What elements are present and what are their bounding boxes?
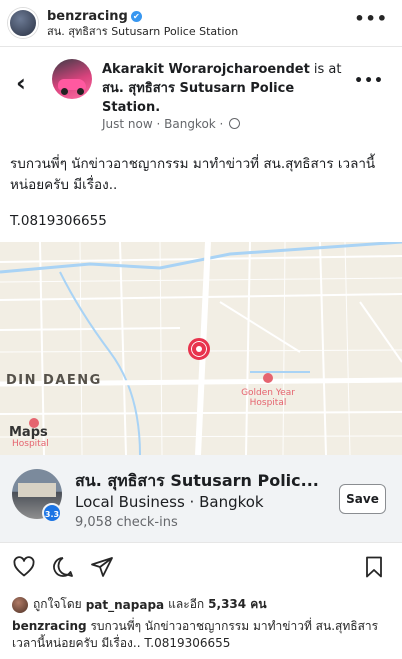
heart-icon[interactable]	[12, 555, 36, 579]
map-poi-label: Golden Year Hospital	[241, 388, 295, 408]
post-header: benzracing ✔ สน. สุทธิสาร Sutusarn Police…	[0, 0, 402, 46]
car-wheel	[61, 88, 68, 95]
share-icon[interactable]	[90, 555, 114, 579]
post-caption: benzracing รบกวนพี่ๆ นักข่าวอาชญากรรม มา…	[12, 618, 396, 652]
save-button: Save	[339, 484, 386, 514]
map-view: DIN DAENG Golden Year Hospital Maps Hosp…	[0, 242, 402, 455]
fb-checkin-headline: Akarakit Worarojcharoendet is at สน. สุท…	[102, 60, 352, 117]
fb-author-name: Akarakit Worarojcharoendet	[102, 62, 310, 77]
place-checkins: 9,058 check-ins	[75, 515, 178, 530]
liker-username[interactable]: pat_napapa	[86, 598, 164, 612]
building-graphic	[18, 483, 56, 497]
liker-avatar	[12, 596, 28, 613]
place-card: 3.3 สน. สุทธิสาร Sutusarn Polic... Local…	[0, 455, 402, 542]
likes-and: และอีก	[168, 597, 205, 611]
fb-post-text: รบกวนพี่ๆ นักข่าวอาชญากรรม มาทำข่าวที่ ส…	[10, 156, 376, 193]
place-category: Local Business · Bangkok	[75, 493, 264, 511]
caption-username[interactable]: benzracing	[12, 619, 87, 633]
likes-line: ถูกใจโดย pat_napapa และอีก 5,334 คน	[12, 595, 271, 614]
bookmark-icon[interactable]	[362, 555, 386, 579]
fb-author-avatar	[52, 59, 92, 99]
map-district-label: DIN DAENG	[6, 373, 102, 388]
avatar[interactable]	[8, 8, 38, 38]
likes-count[interactable]: 5,334 คน	[208, 595, 266, 614]
rating-badge: 3.3	[42, 503, 62, 523]
place-name: สน. สุทธิสาร Sutusarn Polic...	[75, 471, 319, 490]
verified-badge-icon: ✔	[130, 11, 142, 22]
more-options-icon[interactable]: •••	[354, 9, 388, 28]
post-image: ‹ Akarakit Worarojcharoendet is at สน. ส…	[0, 47, 402, 542]
location-pin-icon	[188, 338, 210, 360]
post-author-block: benzracing ✔ สน. สุทธิสาร Sutusarn Police…	[47, 7, 238, 39]
fb-post-meta: Just now · Bangkok ·	[102, 117, 241, 131]
likes-prefix: ถูกใจโดย	[33, 597, 82, 611]
comment-icon[interactable]	[51, 555, 75, 579]
fb-meta-text: Just now · Bangkok ·	[102, 117, 228, 131]
globe-icon	[229, 118, 241, 129]
car-wheel	[77, 88, 84, 95]
post-location[interactable]: สน. สุทธิสาร Sutusarn Police Station	[47, 24, 238, 39]
fb-place-name: สน. สุทธิสาร Sutusarn Police Station.	[102, 81, 295, 115]
maps-logo-text: Maps	[9, 425, 48, 440]
post-actions	[0, 555, 402, 585]
maps-logo: Maps	[9, 425, 48, 440]
fb-post-phone: T.0819306655	[10, 213, 107, 229]
instagram-post: benzracing ✔ สน. สุทธิสาร Sutusarn Police…	[0, 0, 402, 659]
divider	[0, 542, 402, 543]
fb-more-icon: •••	[354, 73, 384, 89]
post-username[interactable]: benzracing	[47, 9, 128, 24]
back-arrow-icon: ‹	[16, 69, 26, 97]
fb-is-at: is at	[309, 62, 342, 77]
map-poi-label-2: Hospital	[12, 439, 49, 449]
